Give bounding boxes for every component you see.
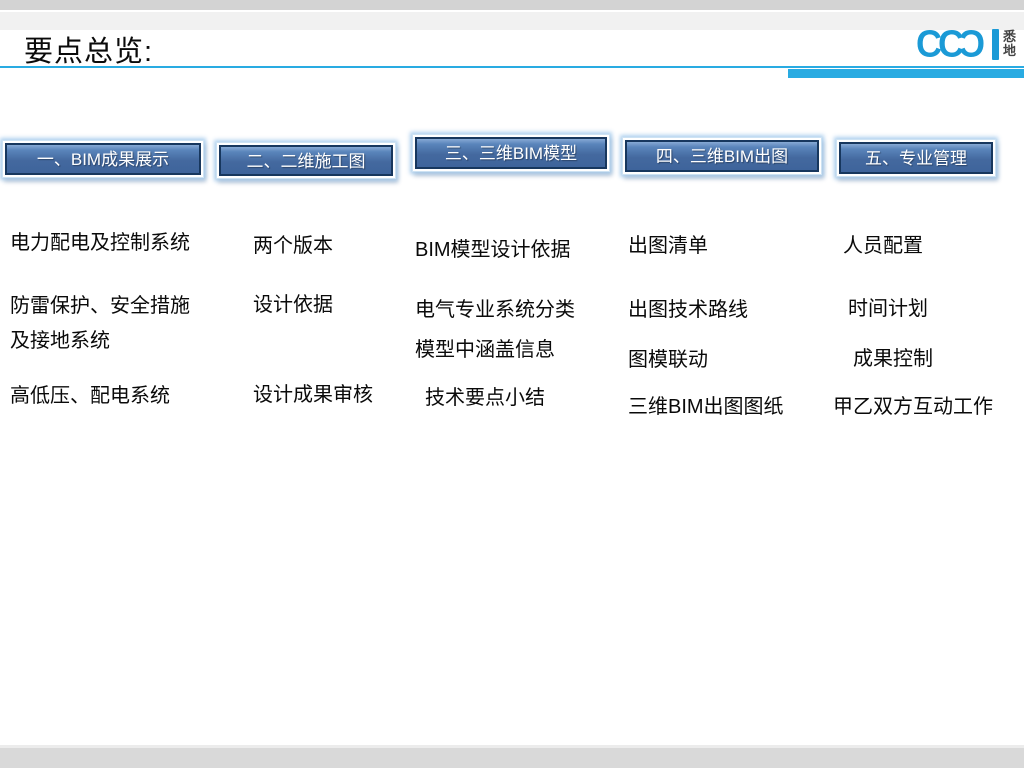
ccdi-logo: C C C 悉 地 [915,21,1016,65]
tab-2d-construction-drawing-label: 二、二维施工图 [219,145,393,176]
logo-letter-c-reversed: C [962,21,985,65]
list-item: 模型中涵盖信息 [415,339,555,361]
list-item: 成果控制 [853,348,933,370]
list-item: 电气专业系统分类 [415,299,575,321]
page-title: 要点总览: [24,36,154,68]
list-item: 电力配电及控制系统 [10,232,190,254]
logo-cn-char-top: 悉 [1002,29,1016,44]
list-item: 防雷保护、安全措施 及接地系统 [10,295,190,352]
list-item: 甲乙双方互动工作 [833,396,993,418]
logo-letter-i-bar [991,28,999,60]
list-item: 人员配置 [843,235,923,257]
logo-cn-char-bottom: 地 [1002,43,1016,58]
logo-letter-c1: C [915,21,942,65]
logo-company-name-cn: 悉 地 [1003,30,1016,58]
tab-3d-bim-drawing-output-label: 四、三维BIM出图 [625,140,819,172]
tab-professional-management-label: 五、专业管理 [839,142,993,174]
tab-3d-bim-drawing-output[interactable]: 四、三维BIM出图 [622,137,822,175]
ccdi-logo-letters: C C C [915,21,999,65]
tab-bim-results-label: 一、BIM成果展示 [5,143,201,175]
tab-professional-management[interactable]: 五、专业管理 [836,139,996,177]
list-item: 设计成果审核 [253,384,373,406]
window-toolbar-strip [0,12,1024,30]
tab-bim-results[interactable]: 一、BIM成果展示 [2,140,204,178]
list-item: 设计依据 [253,294,333,316]
tab-3d-bim-model[interactable]: 三、三维BIM模型 [412,134,610,172]
list-item: 出图技术路线 [628,299,748,321]
window-top-bar [0,0,1024,10]
list-item: 高低压、配电系统 [10,385,170,407]
list-item: 图模联动 [628,349,708,371]
header-accent-bar [788,69,1024,78]
list-item: 出图清单 [628,235,708,257]
list-item: 时间计划 [848,298,928,320]
list-item: 技术要点小结 [425,387,545,409]
list-item: 三维BIM出图图纸 [628,396,784,418]
tab-3d-bim-model-label: 三、三维BIM模型 [415,137,607,169]
logo-letter-c2: C [937,21,964,65]
header-divider-line [0,66,1024,68]
list-item: BIM模型设计依据 [415,239,571,261]
list-item: 两个版本 [253,235,333,257]
window-bottom-bar [0,745,1024,768]
tab-2d-construction-drawing[interactable]: 二、二维施工图 [216,142,396,179]
